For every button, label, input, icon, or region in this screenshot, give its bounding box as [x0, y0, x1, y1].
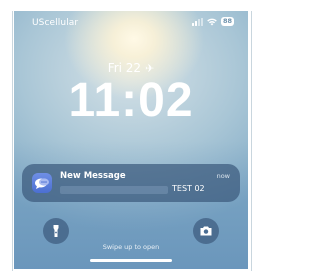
swipe-hint: Swipe up to open [102, 243, 160, 251]
flashlight-button[interactable] [43, 218, 69, 244]
messages-app-icon [32, 173, 52, 193]
redacted-sender [60, 186, 168, 194]
home-indicator[interactable] [90, 259, 172, 262]
camera-button[interactable] [193, 218, 219, 244]
notification-title: New Message [60, 171, 126, 181]
lock-screen: UScellular 88 Fri 22 ✈ 11:02 New Message… [14, 11, 248, 269]
notification-card[interactable]: New Message now TEST 02 [22, 164, 240, 202]
wifi-icon [207, 18, 217, 25]
notification-time: now [216, 172, 230, 180]
notification-body: TEST 02 [172, 184, 205, 193]
camera-icon [200, 226, 212, 236]
battery-icon: 88 [220, 17, 234, 26]
clock: 11:02 [68, 74, 194, 127]
flashlight-icon [53, 225, 59, 237]
status-icons: 88 [191, 17, 234, 26]
carrier-name: UScellular [32, 18, 79, 28]
signal-icon [191, 17, 203, 26]
